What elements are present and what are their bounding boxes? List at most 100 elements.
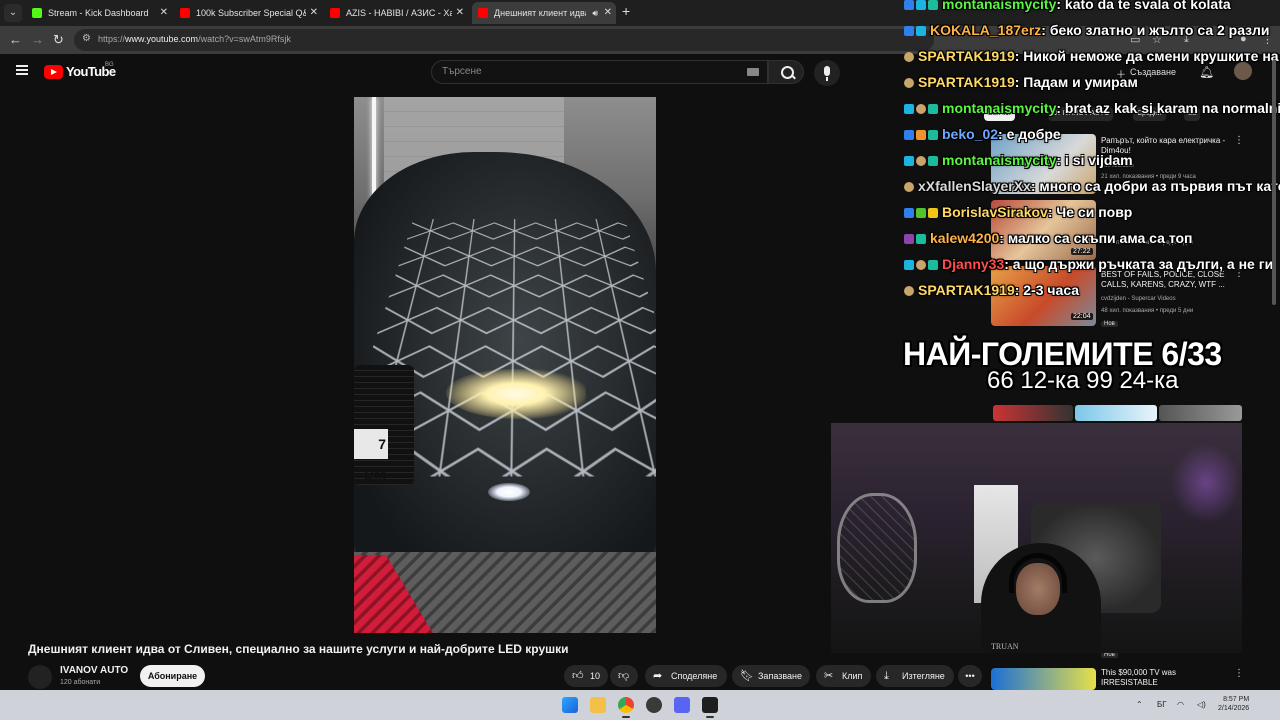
site-info-icon[interactable]: ⚙ <box>82 33 91 44</box>
stream-goal-detail: 66 12-ка 99 24-ка <box>987 367 1179 394</box>
address-bar[interactable]: ⚙ https://www.youtube.com/watch?v=swAtm9… <box>74 29 934 51</box>
download-button[interactable]: ⤓ Изтегляне <box>876 665 954 687</box>
more-actions-button[interactable]: ••• <box>958 665 982 687</box>
subscribe-button[interactable]: Абониране <box>140 665 205 687</box>
verified-badge-icon <box>904 208 914 218</box>
like-button[interactable]: 👍︎ 10 <box>564 665 608 687</box>
og-badge-icon <box>904 182 914 192</box>
reload-button[interactable]: ↻ <box>53 32 64 48</box>
channel-name[interactable]: IVANOV AUTO <box>60 665 128 676</box>
sub-badge-icon <box>928 0 938 10</box>
channel-avatar[interactable] <box>28 665 52 689</box>
webcam-egg-chair <box>837 493 917 603</box>
notifications-bell-icon[interactable]: 🔔︎ <box>1199 65 1214 79</box>
new-badge: Нов <box>1101 321 1118 327</box>
region-code: BG <box>105 62 114 68</box>
chat-message: KOKALA_187erz: беко златно и жълто са 2 … <box>904 21 1269 41</box>
gem-badge-icon <box>904 260 914 270</box>
dislike-button[interactable]: 👎︎ <box>610 665 638 687</box>
youtube-logo-icon[interactable] <box>44 65 63 79</box>
verified-badge-icon <box>904 130 914 140</box>
chat-message: montanaismycity: brat az kak si karam na… <box>904 99 1280 119</box>
og-badge-icon <box>916 104 926 114</box>
og-badge-icon <box>904 286 914 296</box>
webcam-overlay: TRUAN <box>831 423 1242 653</box>
close-tab-icon[interactable]: ✕ <box>310 2 318 24</box>
reco-title[interactable]: This $90,000 TV was IRRESISTABLE <box>1101 668 1231 688</box>
terminal-icon[interactable] <box>702 697 718 713</box>
share-arrow-icon: ➦ <box>653 670 663 682</box>
tab-qa-special[interactable]: 100k Subscriber Special Q&A - ✕ <box>174 2 322 24</box>
chat-message: SPARTAK1919: Никой неможе да смени крушк… <box>904 47 1279 67</box>
gift-badge-icon <box>916 130 926 140</box>
hamburger-menu-icon[interactable] <box>16 65 28 75</box>
reco-duration: 22:04 <box>1071 313 1093 320</box>
sub-badge-icon <box>928 260 938 270</box>
close-tab-icon[interactable]: ✕ <box>604 2 612 24</box>
verified-badge-icon <box>904 0 914 10</box>
tab-azis-habibi[interactable]: AZIS - HABIBI / АЗИС - Хабиб ✕ <box>324 2 468 24</box>
reco-thumbnail[interactable] <box>993 405 1073 421</box>
discord-icon[interactable] <box>674 697 690 713</box>
youtube-favicon-icon <box>478 8 488 18</box>
chat-message: xXfallenSlayerXx: много са добри аз първ… <box>904 177 1280 197</box>
og-badge-icon <box>904 52 914 62</box>
tray-chevron-icon[interactable]: ⌃ <box>1136 700 1143 709</box>
back-button[interactable]: ← <box>9 32 22 47</box>
reco-more-icon[interactable]: ⋮ <box>1234 668 1244 679</box>
chat-message: SPARTAK1919: 2-3 часа <box>904 281 1079 301</box>
forward-button[interactable]: → <box>31 32 44 47</box>
youtube-header: YouTube BG <box>0 54 900 90</box>
obs-icon[interactable] <box>646 697 662 713</box>
clip-button[interactable]: ✂ Клип <box>816 665 871 687</box>
close-tab-icon[interactable]: ✕ <box>160 2 168 24</box>
sub-badge-icon <box>928 104 938 114</box>
og-badge-icon <box>916 260 926 270</box>
tab-current-video[interactable]: Днешният клиент идва от 🔊︎ ✕ <box>472 2 616 24</box>
search-input[interactable] <box>442 66 732 77</box>
keyboard-icon[interactable] <box>747 68 759 76</box>
tab-kick-dashboard[interactable]: Stream - Kick Dashboard ✕ <box>26 2 172 24</box>
windows-start-icon[interactable] <box>562 697 578 713</box>
gem-badge-icon <box>904 104 914 114</box>
new-tab-button[interactable]: + <box>622 3 630 19</box>
thumbs-down-icon: 👎︎ <box>618 670 630 682</box>
verified-badge-icon <box>904 26 914 36</box>
active-app-indicator <box>706 716 714 718</box>
input-language[interactable]: БГ <box>1157 700 1167 709</box>
active-app-indicator <box>622 716 630 718</box>
voice-search-mic-icon[interactable] <box>814 60 840 86</box>
thumbs-up-icon: 👍︎ <box>572 670 584 682</box>
scrollbar[interactable] <box>1272 60 1276 305</box>
wifi-icon[interactable]: ◠ <box>1177 700 1184 709</box>
og-badge-icon <box>916 156 926 166</box>
video-title: Днешният клиент идва от Сливен, специалн… <box>28 642 569 656</box>
volume-icon[interactable]: ◁) <box>1197 700 1206 709</box>
reco-thumbnail[interactable] <box>991 668 1096 690</box>
reco-thumbnail[interactable] <box>1075 405 1157 421</box>
file-explorer-icon[interactable] <box>590 697 606 713</box>
gem-badge-icon <box>916 0 926 10</box>
video-player[interactable]: 7 BM <box>354 97 656 633</box>
reco-more-icon[interactable]: ⋮ <box>1234 135 1244 146</box>
close-tab-icon[interactable]: ✕ <box>456 2 464 24</box>
clock-date: 2/14/2026 <box>1218 705 1250 712</box>
share-button[interactable]: ➦ Споделяне <box>645 665 727 687</box>
purple-badge-icon <box>904 234 914 244</box>
chrome-icon[interactable] <box>618 697 634 713</box>
sub-badge-icon <box>916 234 926 244</box>
chat-message: Djanny33: а що държи ръчката за дълги, а… <box>904 255 1273 275</box>
taskbar-clock[interactable]: 8:57 PM 2/14/2026 <box>1218 695 1249 713</box>
search-box <box>431 60 768 84</box>
sub-badge-icon <box>928 156 938 166</box>
speaker-icon[interactable]: 🔊︎ <box>592 2 598 24</box>
reco-thumbnail[interactable] <box>1159 405 1242 421</box>
kick-favicon-icon <box>32 8 42 18</box>
search-button[interactable] <box>768 60 804 84</box>
youtube-favicon-icon <box>180 8 190 18</box>
save-button[interactable]: 🔖︎ Запазване <box>732 665 810 687</box>
tab-search-icon[interactable]: ⌄ <box>4 4 22 22</box>
url-text: https://www.youtube.com/watch?v=swAtm9Rf… <box>98 34 291 44</box>
youtube-favicon-icon <box>330 8 340 18</box>
reco-channel[interactable]: cvdzijden - Supercar Videos <box>1101 296 1231 302</box>
